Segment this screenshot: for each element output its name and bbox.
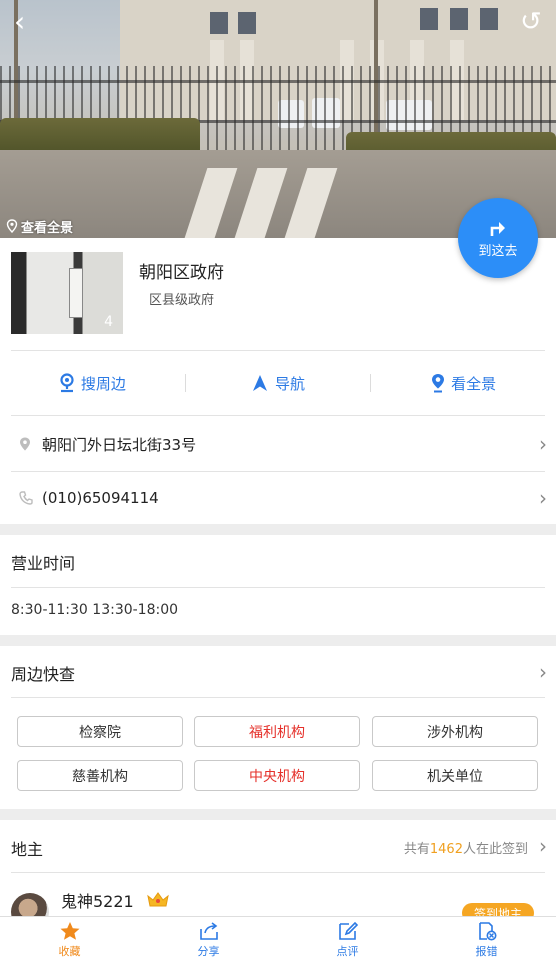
nearby-tag[interactable]: 福利机构 [194,716,360,747]
nearby-quick-search-header[interactable]: 周边快查 › [0,646,556,698]
bottom-tab-bar: 收藏 分享 点评 报错 [0,916,556,963]
tab-favorite[interactable]: 收藏 [0,917,139,963]
phone-number: (010)65094114 [42,489,159,507]
location-pin-icon [20,437,30,451]
chevron-right-icon: › [539,486,547,510]
tab-share[interactable]: 分享 [139,917,278,963]
report-error-icon [478,922,496,941]
navigation-button[interactable]: 导航 [186,351,371,415]
search-nearby-label: 搜周边 [80,374,126,393]
tab-favorite-label: 收藏 [58,945,81,958]
business-hours-title: 营业时间 [11,554,76,573]
turn-right-arrow-icon [490,221,505,236]
landlord-title: 地主 [11,840,44,859]
go-there-label: 到这去 [478,243,518,259]
nearby-tag[interactable]: 检察院 [17,716,183,747]
back-icon[interactable]: ‹ [14,8,25,36]
navigation-label: 导航 [275,374,306,393]
view-panorama-label: 查看全景 [21,220,74,236]
pin-outline-icon [6,219,18,233]
tab-report-error-label: 报错 [475,945,498,958]
edit-review-icon [338,921,358,940]
chevron-right-icon: › [539,660,547,684]
panorama-toggle-icon[interactable]: ↺ [520,8,542,36]
address-text: 朝阳门外日坛北街33号 [42,435,197,454]
crown-icon [147,892,169,907]
chevron-right-icon: › [539,834,547,858]
chevron-right-icon: › [539,432,547,456]
action-row: 搜周边 导航 看全景 [0,351,556,415]
panorama-image[interactable]: ‹ ↺ 查看全景 [0,0,556,238]
address-row[interactable]: 朝阳门外日坛北街33号 › [0,418,556,470]
poi-name: 朝阳区政府 [139,263,224,283]
view-panorama-link[interactable]: 查看全景 [6,216,73,236]
checkin-count-number: 1462 [429,842,463,857]
nearby-tag[interactable]: 慈善机构 [17,760,183,791]
tab-share-label: 分享 [197,945,220,958]
panorama-pin-icon [432,374,445,393]
tab-report-error[interactable]: 报错 [417,917,556,963]
nearby-tag[interactable]: 中央机构 [194,760,360,791]
poi-category: 区县级政府 [149,293,215,308]
go-there-button[interactable]: 到这去 [458,198,538,278]
nearby-tag[interactable]: 机关单位 [372,760,538,791]
photo-count: 4 [104,314,113,330]
landlord-user-name[interactable]: 鬼神5221 [61,888,134,912]
phone-icon [19,491,33,505]
nearby-quick-search-title: 周边快查 [11,665,76,684]
share-icon [199,922,218,940]
poi-detail-page: ‹ ↺ 查看全景 到这去 4 朝阳区政府 区县级政府 搜周边 导航 看全景 朝阳… [0,0,556,963]
checkin-count-prefix: 共有 [403,842,430,857]
tab-review-label: 点评 [336,945,359,958]
navigation-arrow-icon [253,375,267,391]
tab-review[interactable]: 点评 [278,917,417,963]
poi-photo-thumbnail[interactable]: 4 [11,252,123,334]
star-icon [60,922,79,940]
checkin-count-suffix: 人在此签到 [462,842,528,857]
search-nearby-button[interactable]: 搜周边 [0,351,185,415]
view-panorama-button[interactable]: 看全景 [371,351,556,415]
business-hours-value: 8:30-11:30 13:30-18:00 [11,602,179,618]
view-panorama-action-label: 看全景 [451,374,497,393]
search-nearby-icon [60,373,74,393]
phone-row[interactable]: (010)65094114 › [0,472,556,524]
checkin-count[interactable]: 共有1462人在此签到 [404,838,528,857]
nearby-tag[interactable]: 涉外机构 [372,716,538,747]
